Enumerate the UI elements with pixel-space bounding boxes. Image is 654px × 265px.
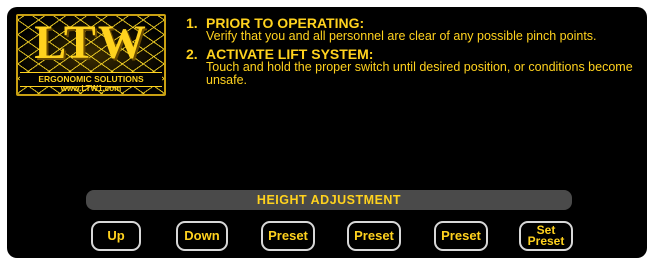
up-button-label: Up (107, 228, 125, 243)
logo-url: www.LTW1.com (60, 84, 122, 93)
step-body: Verify that you and all personnel are cl… (206, 29, 597, 43)
instruction-step-2: 2. ACTIVATE LIFT SYSTEM: Touch and hold … (186, 47, 641, 87)
step-title: PRIOR TO OPERATING: (206, 15, 365, 31)
step-title: ACTIVATE LIFT SYSTEM: (206, 46, 374, 62)
preset-1-button-label: Preset (268, 228, 308, 243)
instructions: 1. PRIOR TO OPERATING: Verify that you a… (186, 16, 641, 91)
preset-2-button-label: Preset (354, 228, 394, 243)
ltw-logo: LTW ERGONOMIC SOLUTIONS www.LTW1.com (16, 14, 166, 96)
step-body: Touch and hold the proper switch until d… (206, 60, 633, 87)
step-number: 2. (186, 46, 198, 62)
preset-1-button[interactable]: Preset (261, 221, 315, 251)
set-preset-button[interactable]: Set Preset (519, 221, 573, 251)
instruction-step-1: 1. PRIOR TO OPERATING: Verify that you a… (186, 16, 641, 43)
step-number: 1. (186, 15, 198, 31)
up-button[interactable]: Up (91, 221, 141, 251)
height-adjustment-label: HEIGHT ADJUSTMENT (86, 190, 572, 210)
preset-2-button[interactable]: Preset (347, 221, 401, 251)
preset-3-button-label: Preset (441, 228, 481, 243)
down-button-label: Down (184, 228, 220, 243)
down-button[interactable]: Down (176, 221, 228, 251)
preset-3-button[interactable]: Preset (434, 221, 488, 251)
set-preset-label-line2: Preset (527, 234, 565, 248)
logo-main-text: LTW (34, 16, 148, 69)
